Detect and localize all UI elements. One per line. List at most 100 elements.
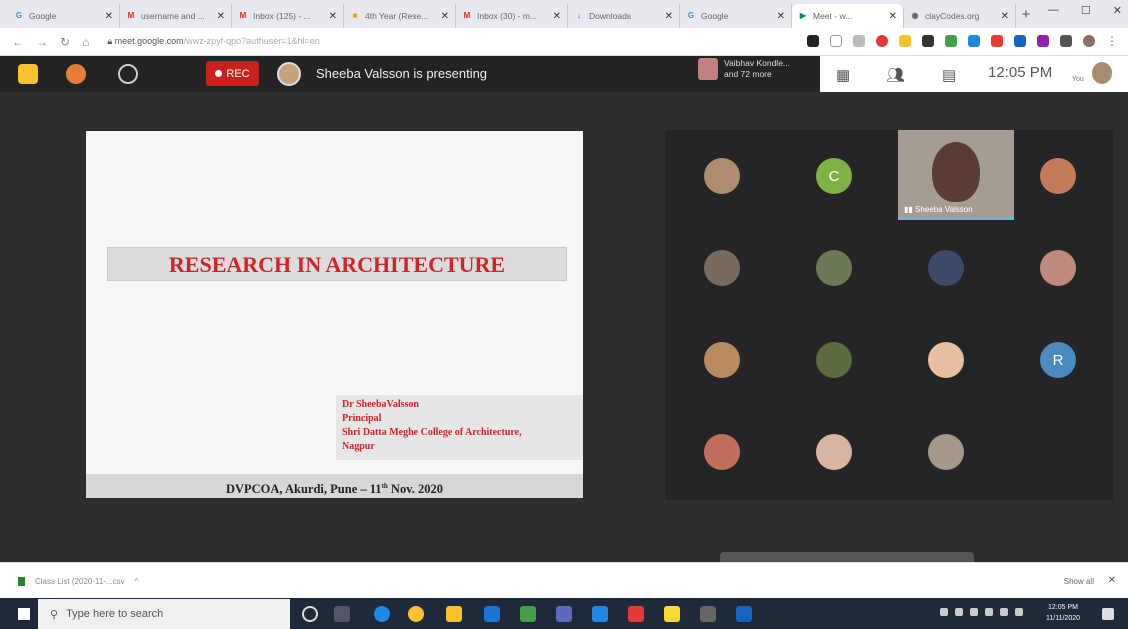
check-extension-icon[interactable]	[945, 35, 957, 47]
puzzle-icon[interactable]	[1060, 35, 1072, 47]
participant-avatar	[816, 342, 852, 378]
dark-extension-icon[interactable]	[922, 35, 934, 47]
tab-close-icon[interactable]: ✕	[217, 11, 225, 22]
extensions-bar: ⋮	[807, 34, 1118, 48]
participant-tile[interactable]: C	[777, 130, 891, 222]
browser-tab[interactable]: ▶ Meet - w... ✕	[792, 4, 904, 28]
app-icon-teams[interactable]	[556, 606, 572, 622]
download-item[interactable]: Class List (2020-11-...csv ^	[18, 577, 138, 586]
participant-tile[interactable]	[777, 406, 891, 498]
tab-title: Inbox (30) - m...	[477, 11, 537, 21]
new-tab-icon[interactable]: +	[1016, 6, 1036, 23]
chrome-icon[interactable]	[408, 606, 424, 622]
tab-close-icon[interactable]: ✕	[329, 11, 337, 22]
browser-tab[interactable]: ■ 4th Year (Rese... ✕	[344, 4, 456, 28]
minimize-icon[interactable]: —	[1048, 4, 1059, 17]
browser-menu-icon[interactable]: ⋮	[1106, 34, 1118, 48]
calculator-icon[interactable]	[700, 606, 716, 622]
chevron-up-icon[interactable]: ^	[135, 577, 139, 586]
tool-extension-icon[interactable]	[1014, 35, 1026, 47]
settings-gear-icon[interactable]	[118, 64, 138, 84]
speaker-video	[932, 142, 980, 202]
participant-tile[interactable]	[1001, 130, 1115, 222]
file-explorer-icon[interactable]	[446, 606, 462, 622]
red-extension-icon[interactable]	[876, 35, 888, 47]
tab-close-icon[interactable]: ✕	[105, 11, 113, 22]
taskbar-search[interactable]: ⚲ Type here to search	[38, 599, 290, 629]
people-icon[interactable]: 👥︎	[886, 66, 905, 84]
system-clock[interactable]: 12:05 PM 11/11/2020	[1046, 602, 1080, 624]
task-view-icon[interactable]	[334, 606, 350, 622]
bottom-controls-hint[interactable]	[720, 552, 974, 562]
show-all-link[interactable]: Show all	[1064, 577, 1094, 586]
participant-avatar: C	[816, 158, 852, 194]
word-icon[interactable]	[736, 606, 752, 622]
browser-tab[interactable]: G Google ✕	[680, 4, 792, 28]
system-tray[interactable]	[940, 608, 1023, 616]
participant-tile[interactable]	[889, 222, 1003, 314]
browser-tab[interactable]: Musername and ... ✕	[120, 4, 232, 28]
meet-icon: ▶	[799, 11, 807, 20]
participant-avatar	[928, 342, 964, 378]
participant-tile[interactable]	[777, 222, 891, 314]
tab-close-icon[interactable]: ✕	[777, 11, 785, 22]
participant-tile[interactable]	[777, 314, 891, 406]
tab-close-icon[interactable]: ✕	[665, 11, 673, 22]
maximize-icon[interactable]: ☐	[1081, 4, 1091, 17]
thumbs-up-icon[interactable]	[18, 64, 38, 84]
url-field[interactable]: 🔒︎ meet.google.com/wwz-zpyf-qpo?authuser…	[107, 36, 319, 47]
notification-icon[interactable]	[1102, 608, 1114, 620]
app-icon-green[interactable]	[520, 606, 536, 622]
participants-summary[interactable]: Vaibhav Kondle... and 72 more	[698, 58, 790, 80]
tab-close-icon[interactable]: ✕	[441, 11, 449, 22]
tab-title: Google	[29, 11, 57, 21]
cortana-icon[interactable]	[302, 606, 318, 622]
participant-tile[interactable]	[889, 314, 1003, 406]
tab-close-icon[interactable]: ✕	[553, 11, 561, 22]
tab-close-icon[interactable]: ✕	[889, 11, 897, 22]
layout-grid-icon[interactable]: ▦	[836, 66, 850, 84]
purple-extension-icon[interactable]	[1037, 35, 1049, 47]
home-icon[interactable]: ⌂	[82, 35, 89, 49]
close-icon[interactable]: ✕	[1113, 4, 1122, 17]
reload-icon[interactable]: ↻	[60, 35, 70, 49]
participant-tile[interactable]	[665, 406, 779, 498]
app-icon-red[interactable]	[628, 606, 644, 622]
speaker-video-tile[interactable]: ▮▮ Sheeba Valsson	[898, 130, 1014, 220]
participant-tile[interactable]	[1001, 222, 1115, 314]
forward-icon[interactable]: →	[36, 35, 48, 49]
close-downloads-icon[interactable]: ✕	[1108, 575, 1116, 586]
back-icon[interactable]: ←	[12, 35, 24, 49]
participant-avatar	[704, 342, 740, 378]
app-icon-yellow[interactable]	[664, 606, 680, 622]
camera-extension-icon[interactable]	[807, 35, 819, 47]
browser-tab[interactable]: M Inbox (125) - ... ✕	[232, 4, 344, 28]
participant-tile[interactable]: R	[1001, 314, 1115, 406]
user-avatar-icon[interactable]	[66, 64, 86, 84]
blue-extension-icon[interactable]	[968, 35, 980, 47]
browser-tab[interactable]: G Google ✕	[8, 4, 120, 28]
slides-icon: ■	[352, 11, 358, 20]
bookmark-star-icon[interactable]	[830, 35, 842, 47]
mic-active-icon: ▮▮	[904, 205, 916, 214]
browser-tab[interactable]: ◉ clayCodes.org ✕	[904, 4, 1016, 28]
edge-icon[interactable]	[374, 606, 390, 622]
browser-tab[interactable]: ↓ Downloads ✕	[568, 4, 680, 28]
participant-tile[interactable]	[889, 406, 1003, 498]
participant-avatar	[816, 250, 852, 286]
store-icon[interactable]	[484, 606, 500, 622]
app-icon-blue[interactable]	[592, 606, 608, 622]
participant-tile[interactable]	[665, 130, 779, 222]
participant-tile[interactable]	[665, 222, 779, 314]
windows-start-icon[interactable]	[18, 608, 30, 620]
participant-tile[interactable]	[665, 314, 779, 406]
yellow-extension-icon[interactable]	[899, 35, 911, 47]
self-avatar[interactable]	[1092, 62, 1112, 84]
csv-file-icon	[18, 577, 25, 586]
grid-extension-icon[interactable]	[853, 35, 865, 47]
tab-close-icon[interactable]: ✕	[1001, 11, 1009, 22]
chat-icon[interactable]: ▤	[942, 66, 956, 84]
shield-extension-icon[interactable]	[991, 35, 1003, 47]
profile-avatar[interactable]	[1083, 35, 1095, 47]
browser-tab[interactable]: M Inbox (30) - m... ✕	[456, 4, 568, 28]
